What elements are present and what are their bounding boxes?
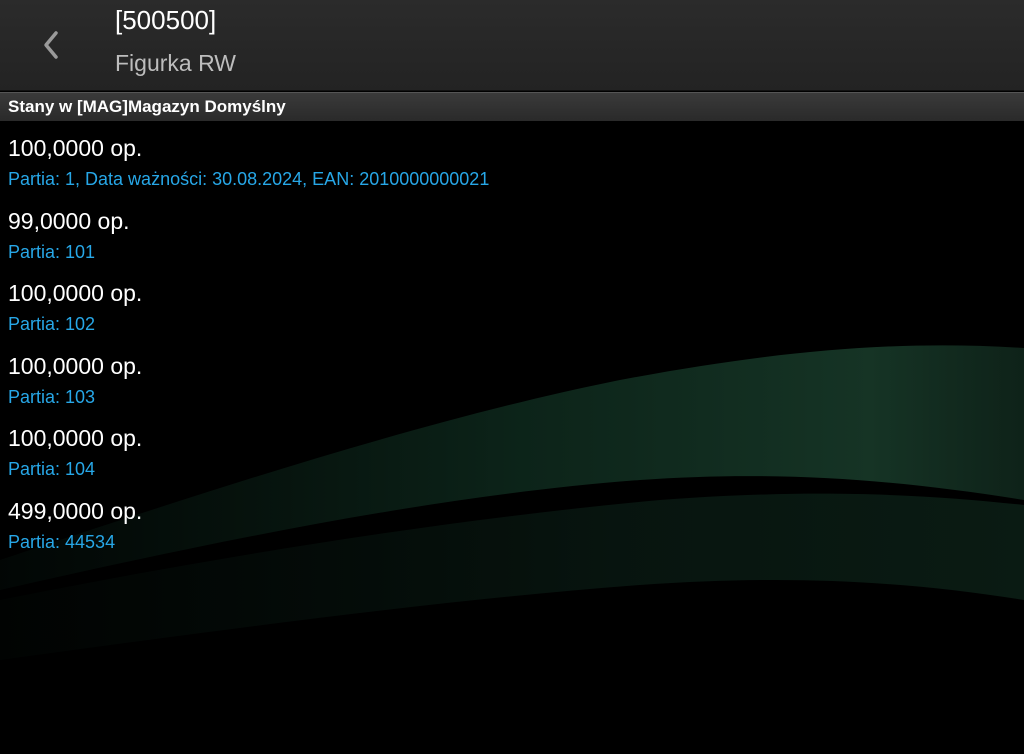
list-item[interactable]: 499,0000 op. Partia: 44534 bbox=[0, 491, 1024, 564]
product-name: Figurka RW bbox=[115, 50, 236, 76]
list-item[interactable]: 100,0000 op. Partia: 102 bbox=[0, 273, 1024, 346]
section-title: Stany w [MAG]Magazyn Domyślny bbox=[8, 97, 286, 116]
item-details: Partia: 102 bbox=[8, 314, 96, 335]
item-details: Partia: 101 bbox=[8, 241, 96, 262]
item-details: Partia: 103 bbox=[8, 386, 96, 407]
item-quantity: 99,0000 op. bbox=[8, 207, 130, 234]
item-quantity: 100,0000 op. bbox=[8, 135, 143, 161]
item-quantity: 100,0000 op. bbox=[8, 352, 143, 379]
item-details: Partia: 1, Data ważności: 30.08.2024, EA… bbox=[8, 169, 490, 189]
item-details: Partia: 44534 bbox=[8, 531, 116, 552]
list-item[interactable]: 100,0000 op. Partia: 1, Data ważności: 3… bbox=[0, 128, 1024, 201]
chevron-left-icon bbox=[44, 31, 58, 59]
stock-list: 100,0000 op. Partia: 1, Data ważności: 3… bbox=[0, 128, 1024, 564]
product-code: [500500] bbox=[115, 5, 217, 35]
back-button[interactable] bbox=[28, 20, 74, 70]
app-header: [500500] Figurka RW bbox=[0, 0, 1024, 91]
list-item[interactable]: 100,0000 op. Partia: 103 bbox=[0, 346, 1024, 419]
list-item[interactable]: 100,0000 op. Partia: 104 bbox=[0, 418, 1024, 491]
item-quantity: 499,0000 op. bbox=[8, 497, 143, 524]
app-screen: [500500] Figurka RW Stany w [MAG]Magazyn… bbox=[0, 0, 1024, 754]
list-item[interactable]: 99,0000 op. Partia: 101 bbox=[0, 201, 1024, 274]
item-quantity: 100,0000 op. bbox=[8, 425, 143, 452]
warehouse-section-header: Stany w [MAG]Magazyn Domyślny bbox=[0, 92, 1024, 121]
item-quantity: 100,0000 op. bbox=[8, 280, 143, 307]
item-details: Partia: 104 bbox=[8, 459, 96, 480]
